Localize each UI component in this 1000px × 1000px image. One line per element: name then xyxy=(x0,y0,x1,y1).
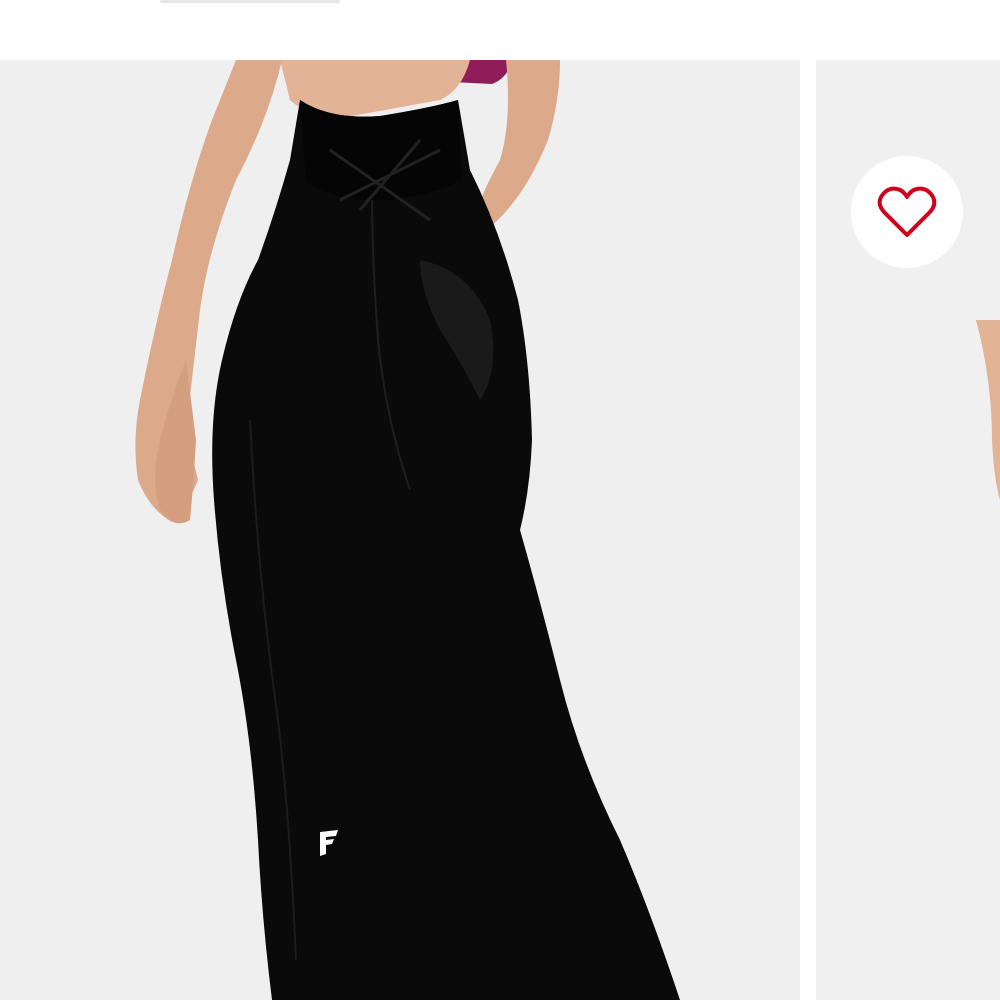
brand-f-logo-icon xyxy=(320,830,338,856)
gallery-progress-indicator xyxy=(160,0,340,3)
product-photo-back-view[interactable] xyxy=(0,60,800,1000)
leggings xyxy=(212,100,680,1000)
add-to-wishlist-button[interactable] xyxy=(851,156,963,268)
top-bar xyxy=(0,0,1000,60)
heart-outline-icon xyxy=(877,186,937,237)
product-photo-illustration xyxy=(135,60,680,1000)
product-image-carousel[interactable] xyxy=(0,60,1000,1000)
